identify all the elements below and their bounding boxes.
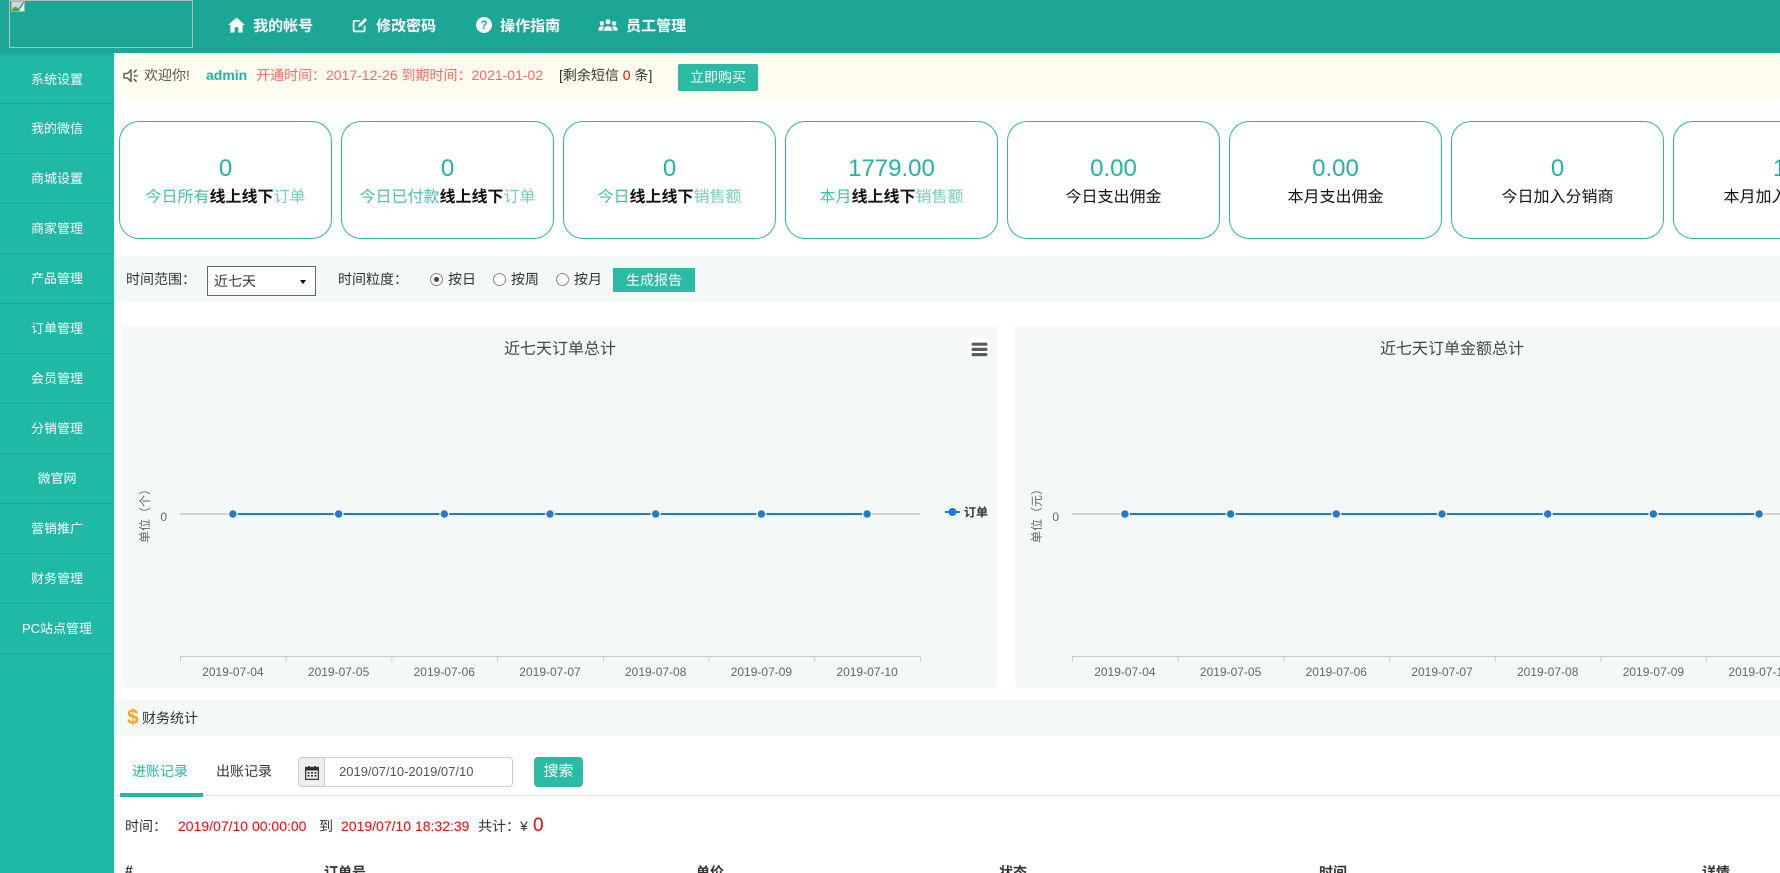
- svg-text:近七天订单总计: 近七天订单总计: [504, 340, 616, 358]
- svg-text:单位（元）: 单位（元）: [1030, 483, 1044, 543]
- svg-text:2019-07-07: 2019-07-07: [1411, 665, 1473, 679]
- svg-text:2019-07-08: 2019-07-08: [625, 665, 687, 679]
- svg-text:2019-07-09: 2019-07-09: [731, 665, 793, 679]
- svg-text:2019-07-08: 2019-07-08: [1517, 665, 1579, 679]
- svg-text:0: 0: [160, 510, 167, 524]
- svg-text:订单: 订单: [964, 506, 988, 520]
- svg-text:0: 0: [1052, 510, 1059, 524]
- svg-text:2019-07-10: 2019-07-10: [836, 665, 898, 679]
- svg-text:2019-07-07: 2019-07-07: [519, 665, 581, 679]
- svg-text:2019-07-04: 2019-07-04: [202, 665, 264, 679]
- svg-text:2019-07-04: 2019-07-04: [1094, 665, 1156, 679]
- svg-text:2019-07-06: 2019-07-06: [1306, 665, 1368, 679]
- svg-text:单位（个）: 单位（个）: [138, 483, 152, 543]
- svg-text:?: ?: [480, 20, 487, 32]
- svg-text:2019-07-05: 2019-07-05: [1200, 665, 1262, 679]
- svg-text:2019-07-10: 2019-07-10: [1728, 665, 1780, 679]
- svg-text:近七天订单金额总计: 近七天订单金额总计: [1380, 340, 1524, 358]
- svg-text:2019-07-06: 2019-07-06: [414, 665, 476, 679]
- svg-text:2019-07-05: 2019-07-05: [308, 665, 370, 679]
- svg-text:2019-07-09: 2019-07-09: [1623, 665, 1685, 679]
